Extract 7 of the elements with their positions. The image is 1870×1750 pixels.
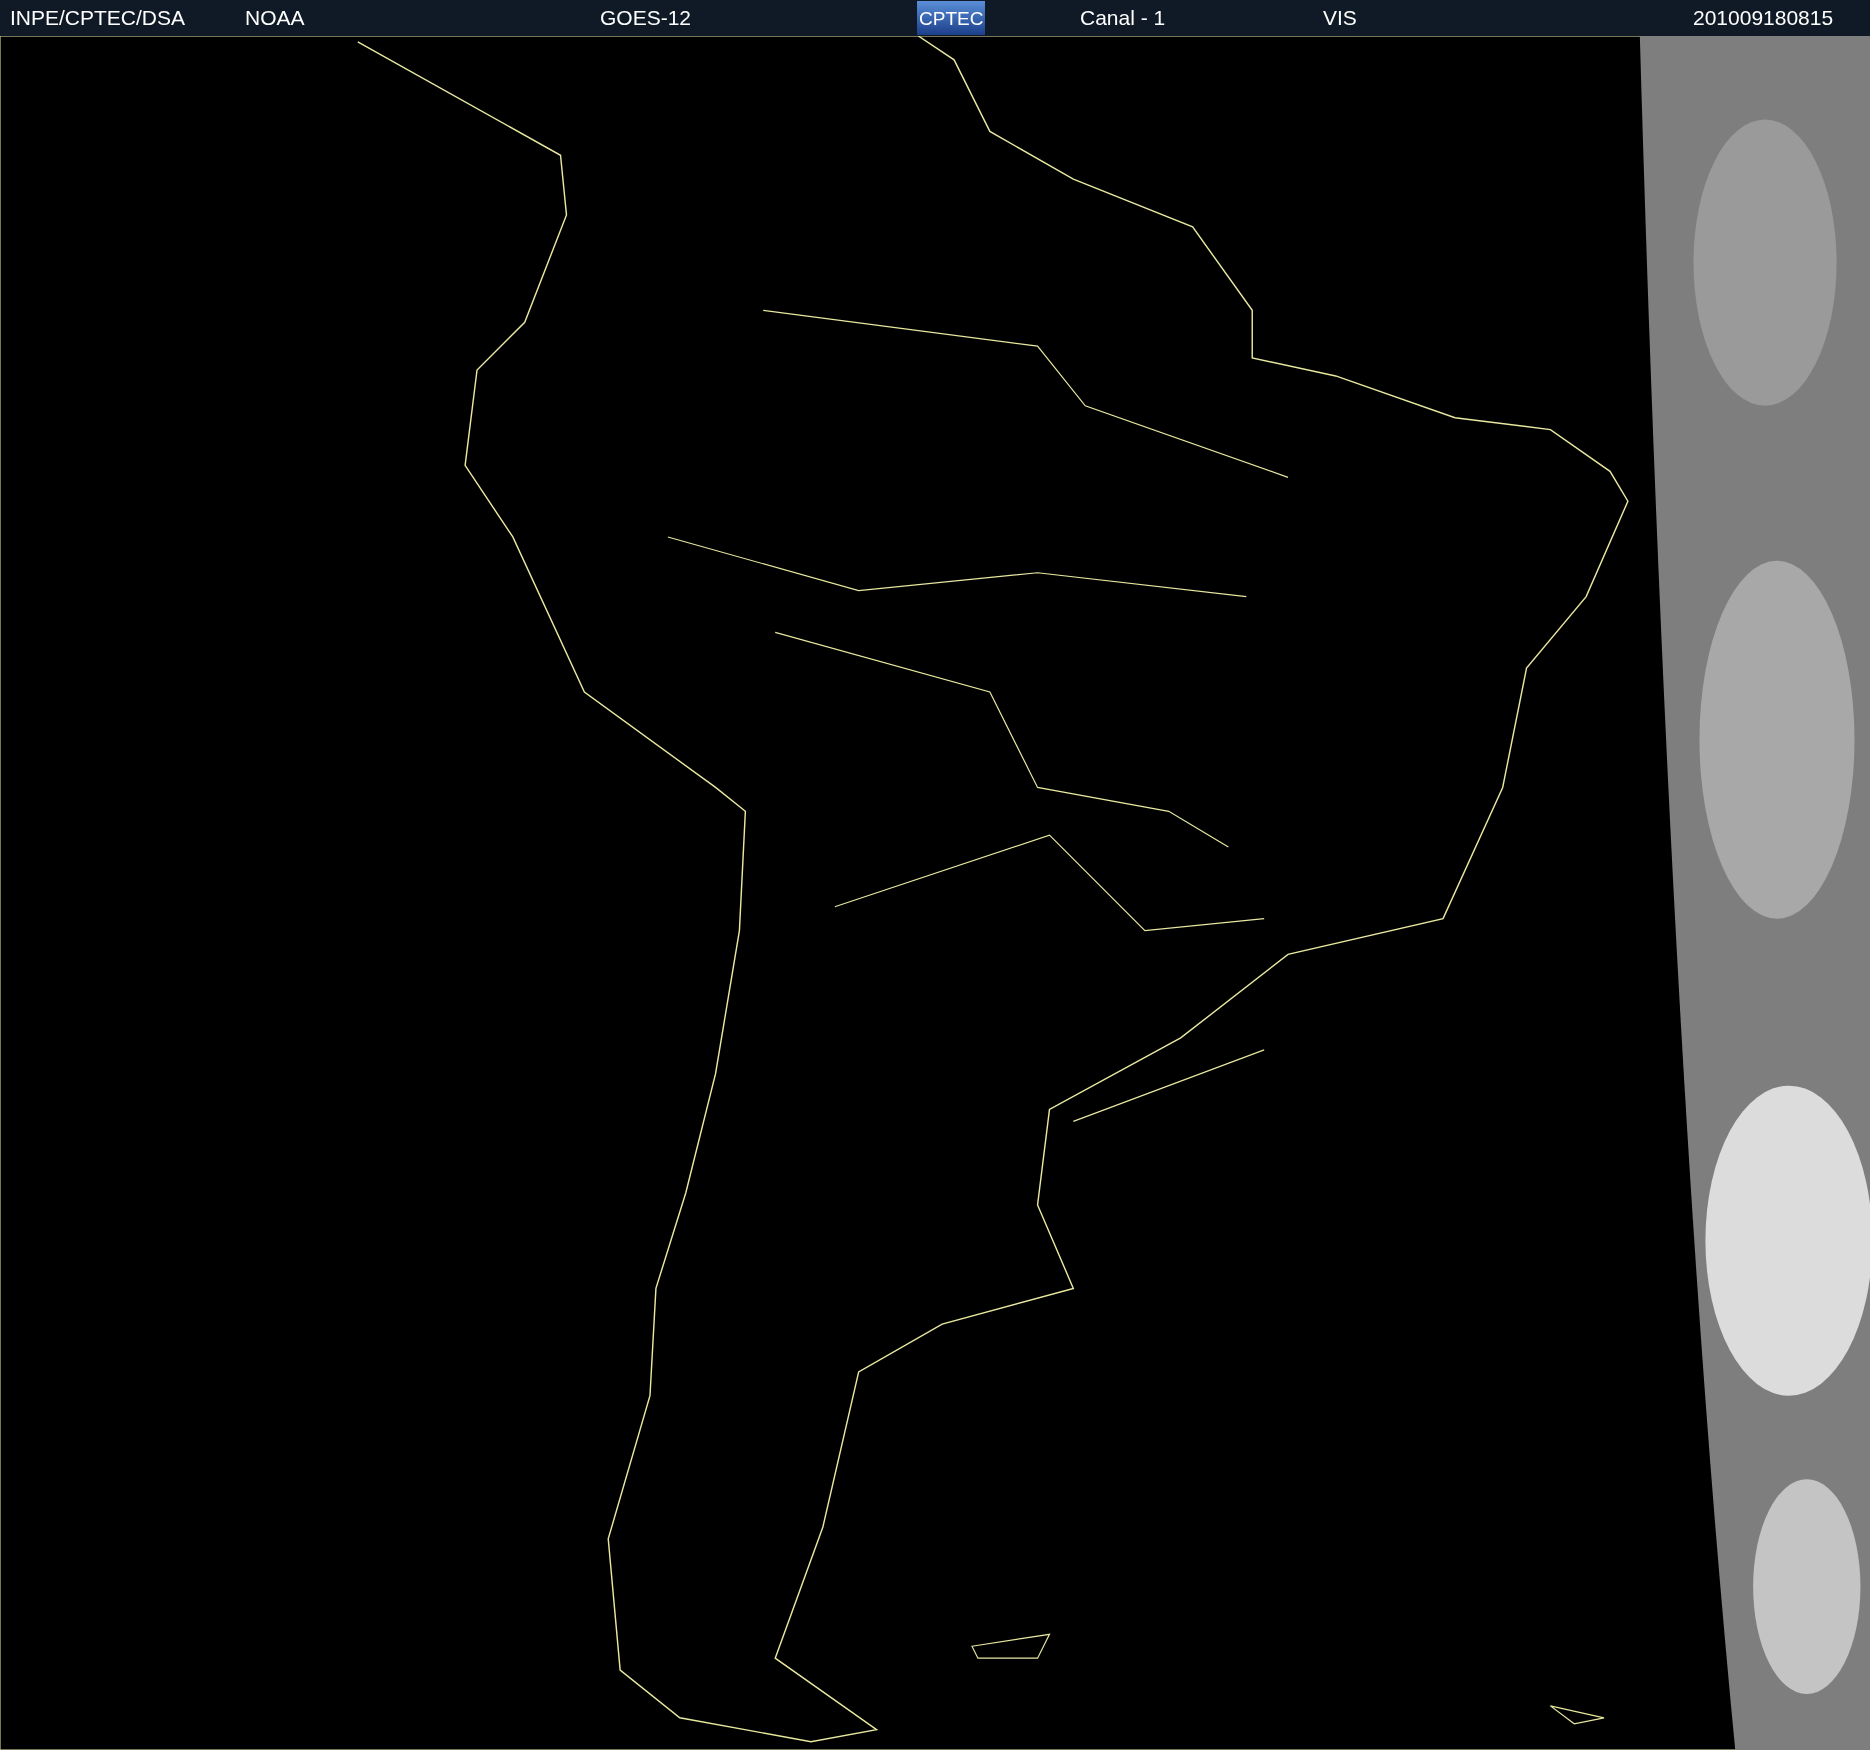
logo-badge: CPTEC [917, 1, 986, 35]
header-label: VIS [1323, 5, 1357, 32]
header-label: 201009180815 [1693, 5, 1834, 32]
header-label: INPE/CPTEC/DSA [10, 5, 186, 32]
header-label: GOES-12 [600, 5, 692, 32]
header-label: Canal - 1 [1080, 5, 1166, 32]
header-label: NOAA [245, 5, 305, 32]
